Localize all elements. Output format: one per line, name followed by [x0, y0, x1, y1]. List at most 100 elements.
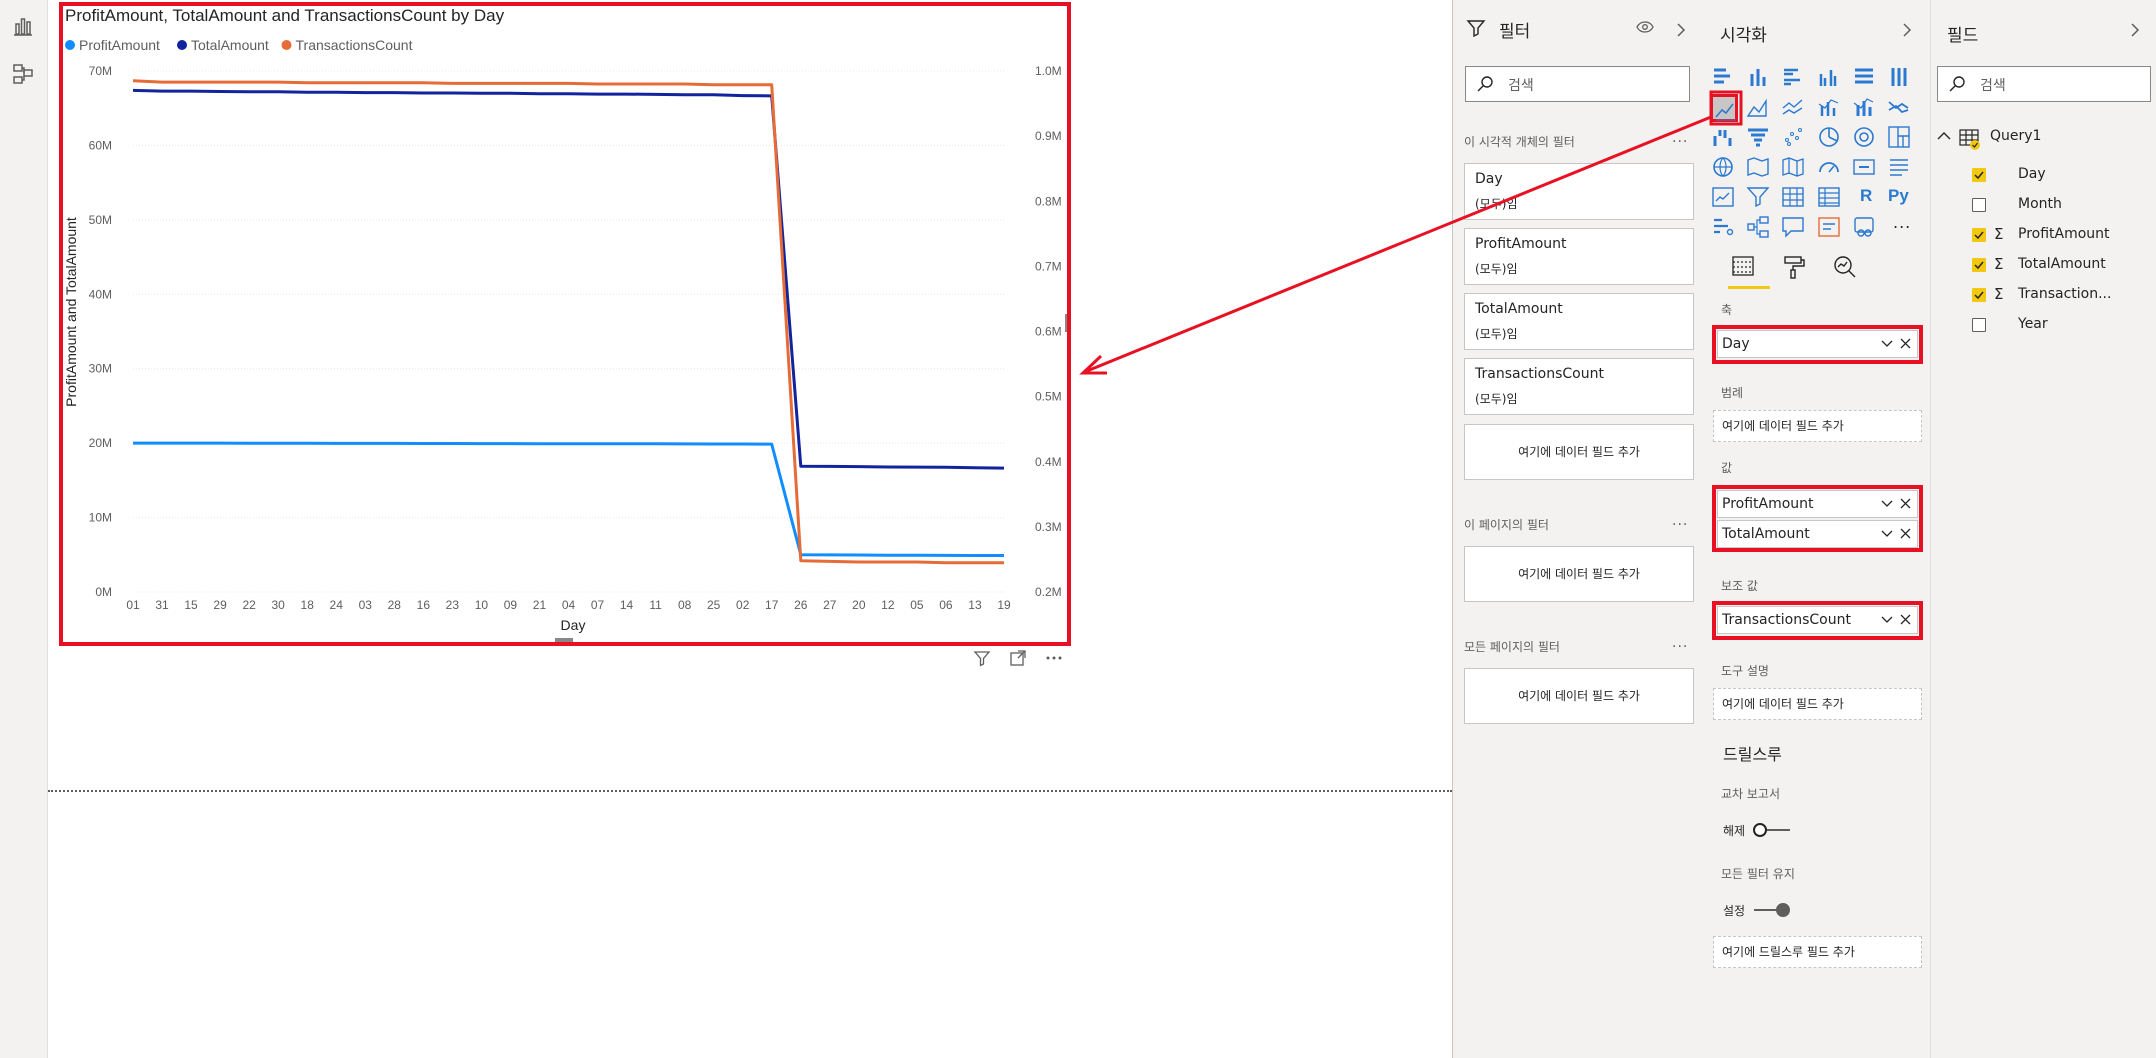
table-name-query1[interactable]: Query1 — [1990, 128, 2041, 144]
field-row[interactable]: Σ ProfitAmount — [1972, 224, 2142, 248]
fields-tab-icon[interactable] — [1730, 254, 1756, 280]
model-view-icon[interactable] — [11, 62, 35, 86]
resize-handle-bottom[interactable] — [555, 638, 573, 642]
scatter-visual-icon[interactable] — [1780, 124, 1808, 152]
analytics-magnifier-icon[interactable] — [1832, 254, 1858, 280]
field-checkbox[interactable] — [1972, 258, 1986, 272]
filter-icon[interactable] — [972, 648, 992, 668]
close-icon[interactable] — [1900, 614, 1911, 625]
funnel-visual-icon[interactable] — [1745, 124, 1773, 152]
page-filters-more[interactable]: ... — [1672, 513, 1688, 529]
legend-label[interactable]: TotalAmount — [191, 37, 269, 53]
waterfall-visual-icon[interactable] — [1710, 124, 1738, 152]
filled-map-visual-icon[interactable] — [1745, 154, 1773, 182]
more-visuals-icon[interactable]: ... — [1893, 213, 1911, 232]
clustered-bar-visual-icon[interactable] — [1780, 64, 1808, 92]
stacked-area-visual-icon[interactable] — [1780, 94, 1808, 122]
secondary-value-field[interactable]: TransactionsCount — [1717, 606, 1918, 634]
tooltips-well-drop[interactable]: 여기에 데이터 필드 추가 — [1713, 688, 1922, 720]
field-checkbox[interactable] — [1972, 198, 1986, 212]
chevron-down-icon[interactable] — [1881, 615, 1893, 625]
key-influencers-visual-icon[interactable] — [1710, 214, 1738, 242]
series-line-totalamount[interactable] — [132, 88, 1005, 470]
filter-card-profitamount[interactable]: ProfitAmount (모두)임 — [1464, 228, 1694, 285]
field-row[interactable]: Year — [1972, 314, 2142, 338]
r-visual-icon[interactable]: R — [1860, 186, 1872, 206]
cross-report-toggle[interactable] — [1752, 822, 1792, 838]
report-view-icon[interactable] — [11, 14, 35, 38]
donut-visual-icon[interactable] — [1851, 124, 1879, 152]
table-visual-icon[interactable] — [1780, 184, 1808, 212]
filter-card-transactionscount[interactable]: TransactionsCount (모두)임 — [1464, 358, 1694, 415]
chevron-down-icon[interactable] — [1881, 339, 1893, 349]
chevron-up-icon[interactable] — [1937, 131, 1951, 141]
close-icon[interactable] — [1900, 498, 1911, 509]
keep-all-filters-toggle[interactable] — [1752, 902, 1792, 918]
chart-legend[interactable]: ProfitAmount TotalAmount TransactionsCount — [65, 37, 413, 53]
page-filters-add-field[interactable]: 여기에 데이터 필드 추가 — [1464, 546, 1694, 602]
fields-search-input[interactable]: 검색 — [1937, 66, 2151, 102]
line-chart[interactable]: ProfitAmount, TotalAmount and Transactio… — [59, 2, 1071, 646]
map-visual-icon[interactable] — [1710, 154, 1738, 182]
field-row[interactable]: Σ TotalAmount — [1972, 254, 2142, 278]
all-pages-filters-add-field[interactable]: 여기에 데이터 필드 추가 — [1464, 668, 1694, 724]
smart-narrative-visual-icon[interactable] — [1816, 214, 1844, 242]
matrix-visual-icon[interactable] — [1816, 184, 1844, 212]
collapse-fields-icon[interactable] — [2130, 22, 2140, 38]
area-chart-visual-icon[interactable] — [1745, 94, 1773, 122]
field-checkbox[interactable] — [1972, 168, 1986, 182]
series-line-transactionscount[interactable] — [132, 79, 1004, 565]
filter-card-totalamount[interactable]: TotalAmount (모두)임 — [1464, 293, 1694, 350]
pie-visual-icon[interactable] — [1816, 124, 1844, 152]
series-line-profitamount[interactable] — [133, 441, 1004, 557]
field-row[interactable]: Day — [1972, 164, 2142, 188]
close-icon[interactable] — [1900, 338, 1911, 349]
paginated-report-visual-icon[interactable] — [1851, 214, 1879, 242]
treemap-visual-icon[interactable] — [1886, 124, 1914, 152]
close-icon[interactable] — [1900, 528, 1911, 539]
shape-map-visual-icon[interactable] — [1780, 154, 1808, 182]
drillthrough-well-drop[interactable]: 여기에 드릴스루 필드 추가 — [1713, 936, 1922, 968]
qa-visual-icon[interactable] — [1780, 214, 1808, 242]
more-options-icon[interactable] — [1044, 648, 1064, 668]
legend-label[interactable]: ProfitAmount — [79, 37, 160, 53]
visual-filters-add-field[interactable]: 여기에 데이터 필드 추가 — [1464, 424, 1694, 480]
field-row[interactable]: Σ Transaction... — [1972, 284, 2142, 308]
card-visual-icon[interactable] — [1851, 154, 1879, 182]
legend-well-drop[interactable]: 여기에 데이터 필드 추가 — [1713, 410, 1922, 442]
chevron-down-icon[interactable] — [1881, 499, 1893, 509]
axis-field-day[interactable]: Day — [1717, 330, 1918, 358]
line-clustered-column-visual-icon[interactable] — [1816, 94, 1844, 122]
decomposition-tree-visual-icon[interactable] — [1745, 214, 1773, 242]
visual-filters-more[interactable]: ... — [1672, 130, 1688, 146]
eye-icon[interactable] — [1636, 20, 1654, 34]
field-checkbox[interactable] — [1972, 318, 1986, 332]
all-pages-filters-more[interactable]: ... — [1672, 635, 1688, 651]
multi-row-card-visual-icon[interactable] — [1886, 154, 1914, 182]
stacked-column-visual-icon[interactable] — [1745, 64, 1773, 92]
value-field-totalamount[interactable]: TotalAmount — [1717, 520, 1918, 548]
format-paint-roller-icon[interactable] — [1781, 254, 1807, 280]
python-visual-icon[interactable]: Py — [1888, 186, 1909, 206]
value-field-profitamount[interactable]: ProfitAmount — [1717, 490, 1918, 518]
focus-mode-icon[interactable] — [1008, 648, 1028, 668]
collapse-filters-icon[interactable] — [1676, 22, 1686, 38]
chart-series[interactable] — [132, 79, 1005, 565]
field-checkbox[interactable] — [1972, 228, 1986, 242]
gauge-visual-icon[interactable] — [1816, 154, 1844, 182]
filters-search-input[interactable]: 검색 — [1465, 66, 1690, 102]
resize-handle-right[interactable] — [1065, 314, 1069, 332]
stacked-bar-visual-icon[interactable] — [1710, 64, 1738, 92]
collapse-visualizations-icon[interactable] — [1902, 22, 1912, 38]
clustered-column-visual-icon[interactable] — [1816, 64, 1844, 92]
legend-label[interactable]: TransactionsCount — [296, 37, 413, 53]
ribbon-chart-visual-icon[interactable] — [1886, 94, 1914, 122]
slicer-visual-icon[interactable] — [1745, 184, 1773, 212]
line-stacked-column-visual-icon[interactable] — [1851, 94, 1879, 122]
field-row[interactable]: Month — [1972, 194, 2142, 218]
100-stacked-bar-visual-icon[interactable] — [1851, 64, 1879, 92]
chevron-down-icon[interactable] — [1881, 529, 1893, 539]
field-checkbox[interactable] — [1972, 288, 1986, 302]
line-chart-visual-icon[interactable] — [1710, 94, 1738, 122]
100-stacked-column-visual-icon[interactable] — [1886, 64, 1914, 92]
